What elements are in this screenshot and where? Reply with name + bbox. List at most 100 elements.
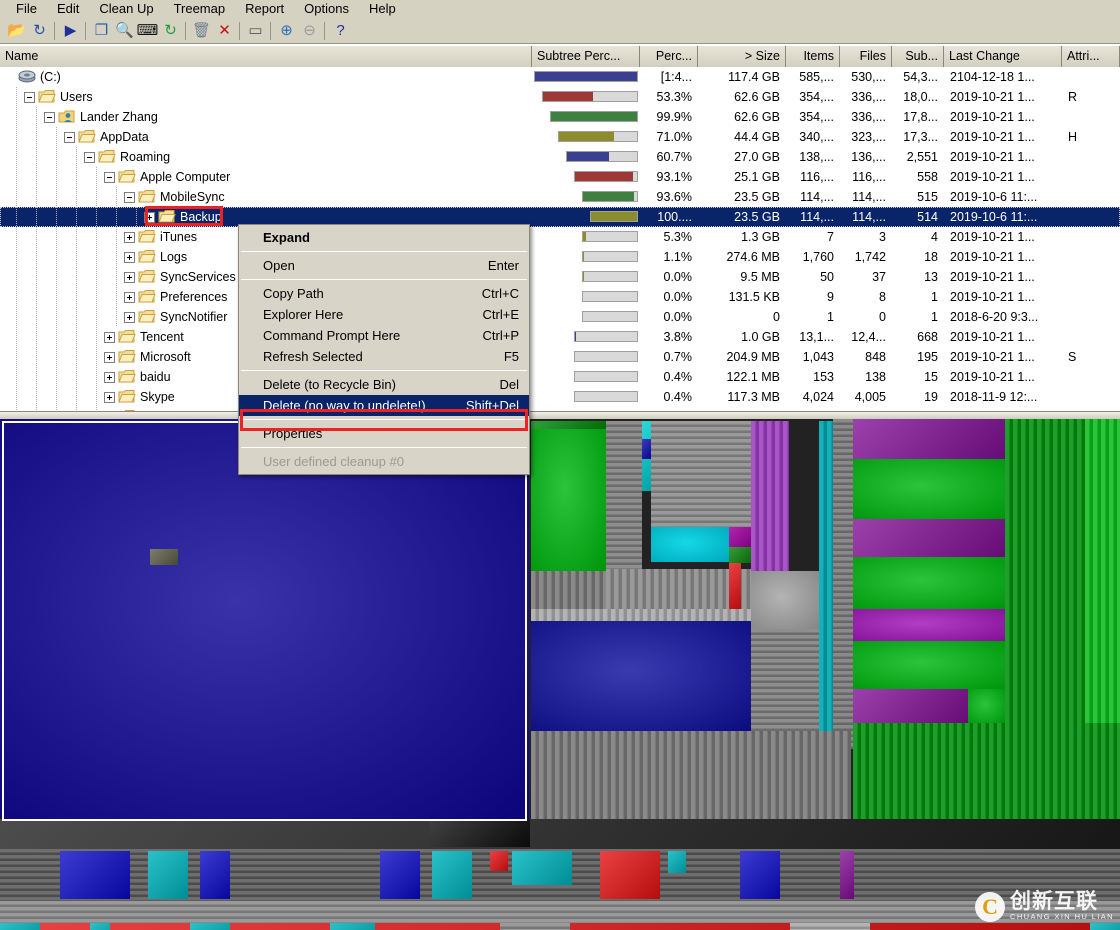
horizontal-scrollbar[interactable] [0, 411, 1120, 419]
help-icon[interactable]: ? [329, 20, 352, 42]
column-header-attr[interactable]: Attri... [1062, 46, 1120, 67]
treemap-cell[interactable] [148, 851, 188, 899]
treemap-cell[interactable] [751, 629, 819, 731]
treemap-cell[interactable] [853, 459, 1005, 519]
treemap-cell[interactable] [853, 689, 968, 723]
command-prompt-icon[interactable]: ⌨ [136, 20, 159, 42]
treemap-cell[interactable] [651, 421, 751, 529]
treemap-cell[interactable] [0, 419, 529, 823]
collapse-node-icon[interactable] [24, 91, 35, 103]
treemap-cell[interactable] [840, 851, 854, 899]
open-folder-icon[interactable]: 📂 [5, 20, 28, 42]
menu-item-treemap[interactable]: Treemap [164, 0, 236, 18]
treemap-cell[interactable] [90, 923, 110, 930]
menu-item-options[interactable]: Options [294, 0, 359, 18]
context-menu-item-expand[interactable]: Expand [239, 227, 529, 248]
menu-item-report[interactable]: Report [235, 0, 294, 18]
play-icon[interactable]: ▶ [59, 20, 82, 42]
treemap-cell[interactable] [729, 563, 741, 609]
table-row[interactable]: SyncNotifier 0.0% 0 1 0 1 2018-6-20 9:3... [0, 307, 1120, 327]
treemap-cell[interactable] [853, 723, 1120, 819]
cell-name[interactable]: Users [0, 87, 532, 107]
column-header-name[interactable]: Name [0, 46, 532, 67]
treemap-cell[interactable] [0, 923, 40, 930]
expand-node-icon[interactable] [104, 371, 115, 383]
table-row[interactable]: SyncServices 0.0% 9.5 MB 50 37 13 2019-10-21 1… [0, 267, 1120, 287]
table-row[interactable]: Tencent 3.8% 1.0 GB 13,1... 12,4... 668 2019-1… [0, 327, 1120, 347]
table-row[interactable]: Users 53.3% 62.6 GB 354,... 336,... 18,0... 20… [0, 87, 1120, 107]
table-row[interactable]: Roaming 60.7% 27.0 GB 138,... 136,... 2,551 20… [0, 147, 1120, 167]
table-row[interactable]: Apple Computer 93.1% 25.1 GB 116,... 116,...… [0, 167, 1120, 187]
expand-node-icon[interactable] [124, 251, 135, 263]
cell-name[interactable]: AppData [0, 127, 532, 147]
treemap-cell[interactable] [531, 609, 751, 621]
context-menu-item-explorer-here[interactable]: Explorer Here Ctrl+E [239, 304, 529, 325]
expand-node-icon[interactable] [124, 271, 135, 283]
table-row[interactable]: baidu 0.4% 122.1 MB 153 138 15 2019-10-21 1... [0, 367, 1120, 387]
expand-node-icon[interactable] [104, 331, 115, 343]
collapse-node-icon[interactable] [104, 171, 115, 183]
treemap-cell[interactable] [751, 421, 789, 571]
treemap-cell[interactable] [490, 851, 508, 871]
menu-item-help[interactable]: Help [359, 0, 406, 18]
treemap-cell[interactable] [500, 923, 570, 930]
directory-list[interactable]: (C:) [1:4... 117.4 GB 585,... 530,... 54,3...… [0, 67, 1120, 419]
cell-name[interactable]: Roaming [0, 147, 532, 167]
cell-name[interactable]: (C:) [0, 67, 532, 87]
treemap-cell[interactable] [531, 421, 606, 429]
treemap-cell[interactable] [531, 571, 606, 609]
collapse-node-icon[interactable] [64, 131, 75, 143]
treemap-cell[interactable] [853, 519, 1005, 557]
treemap-cell[interactable] [1085, 419, 1120, 729]
treemap-cell[interactable] [968, 689, 1005, 723]
treemap-cell[interactable] [330, 923, 375, 930]
treemap-cell[interactable] [729, 547, 751, 563]
column-header-items[interactable]: Items [786, 46, 840, 67]
treemap-cell[interactable] [1090, 923, 1120, 930]
table-row[interactable]: Logs 1.1% 274.6 MB 1,760 1,742 18 2019-10-21 1… [0, 247, 1120, 267]
explorer-here-icon[interactable]: 🔍 [113, 20, 136, 42]
expand-node-icon[interactable] [144, 211, 155, 223]
treemap-cell[interactable] [751, 571, 819, 629]
context-menu-item-properties[interactable]: Properties [239, 423, 529, 444]
treemap-cell[interactable] [668, 851, 686, 873]
context-menu-item-copy-path[interactable]: Copy Path Ctrl+C [239, 283, 529, 304]
column-header-perc[interactable]: Perc... [640, 46, 698, 67]
zoom-in-icon[interactable]: ⊕ [275, 20, 298, 42]
treemap-cell[interactable] [833, 419, 853, 749]
table-row-selected[interactable]: Backup 100.... 23.5 GB 114,... 114,... 514 201… [0, 207, 1120, 227]
treemap-cell[interactable] [651, 527, 729, 562]
expand-node-icon[interactable] [124, 291, 135, 303]
column-header-subtree[interactable]: Subtree Perc... [532, 46, 640, 67]
cell-name[interactable]: MobileSync [0, 187, 532, 207]
treemap-cell[interactable] [853, 609, 1005, 641]
table-row[interactable]: Microsoft 0.7% 204.9 MB 1,043 848 195 2019-10-… [0, 347, 1120, 367]
collapse-node-icon[interactable] [84, 151, 95, 163]
menu-item-clean-up[interactable]: Clean Up [89, 0, 163, 18]
context-menu-item-open[interactable]: Open Enter [239, 255, 529, 276]
treemap-cell[interactable] [531, 731, 851, 821]
expand-node-icon[interactable] [124, 231, 135, 243]
cell-name[interactable]: Lander Zhang [0, 107, 532, 127]
table-row[interactable]: AppData 71.0% 44.4 GB 340,... 323,... 17,3...… [0, 127, 1120, 147]
treemap-cell[interactable] [430, 819, 530, 847]
treemap-cell[interactable] [853, 419, 1005, 459]
treemap-cell[interactable] [200, 851, 230, 899]
treemap-cell[interactable] [853, 641, 1005, 689]
refresh-all-icon[interactable]: ↻ [28, 20, 51, 42]
treemap-cell[interactable] [0, 901, 1120, 923]
refresh-selected-icon[interactable]: ↻ [159, 20, 182, 42]
delete-recycle-bin-icon[interactable]: 🗑 [190, 20, 213, 42]
collapse-node-icon[interactable] [124, 191, 135, 203]
cell-name[interactable]: Apple Computer [0, 167, 532, 187]
treemap-cell[interactable] [1005, 419, 1085, 729]
table-row[interactable]: (C:) [1:4... 117.4 GB 585,... 530,... 54,3...… [0, 67, 1120, 87]
context-menu-item-delete-to-recycle-bin[interactable]: Delete (to Recycle Bin) Del [239, 374, 529, 395]
treemap-cell[interactable] [0, 819, 1120, 849]
table-row[interactable]: Skype 0.4% 117.3 MB 4,024 4,005 19 2018-11-9 1… [0, 387, 1120, 407]
collapse-node-icon[interactable] [44, 111, 55, 123]
column-header-change[interactable]: Last Change [944, 46, 1062, 67]
copy-path-icon[interactable]: ❐ [90, 20, 113, 42]
properties-icon[interactable]: ▭ [244, 20, 267, 42]
treemap-cell[interactable] [432, 851, 472, 899]
